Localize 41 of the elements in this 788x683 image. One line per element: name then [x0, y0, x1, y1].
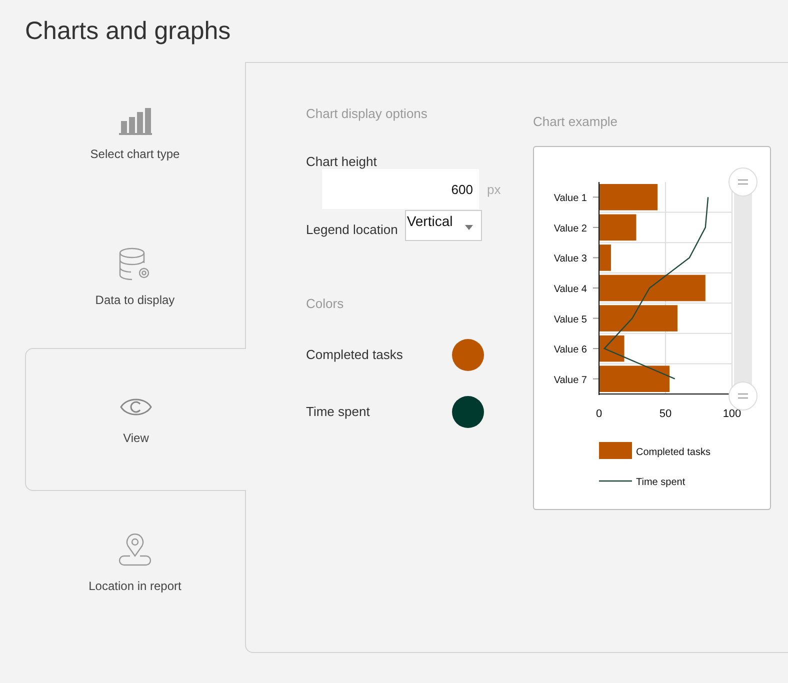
color-label: Time spent [306, 404, 370, 419]
color-swatch[interactable] [452, 396, 484, 428]
database-gear-icon [118, 246, 152, 280]
nav-tab[interactable]: Data to display [25, 205, 245, 348]
legend-line [599, 480, 632, 482]
bar [599, 244, 611, 271]
bar-chart-icon [118, 106, 152, 134]
category-label: Value 3 [554, 254, 587, 265]
nav-tab[interactable]: View [25, 348, 246, 491]
tick-label: 0 [596, 408, 602, 420]
legend-swatch [599, 442, 632, 459]
section-heading: Colors [306, 296, 345, 313]
section-heading: Chart example [533, 114, 619, 131]
bar [599, 184, 658, 210]
category-label: Value 1 [554, 193, 587, 204]
range-handle[interactable] [728, 168, 758, 196]
section-heading: Chart display options [306, 106, 428, 123]
category-label: Value 4 [554, 284, 587, 295]
color-label: Completed tasks [306, 347, 403, 362]
tick-label: 50 [659, 408, 672, 420]
location-pin-icon [118, 532, 152, 566]
bar [599, 214, 636, 241]
color-swatch[interactable] [452, 338, 484, 370]
page-title: Charts and graphs [24, 16, 232, 47]
tick-label: 100 [722, 408, 742, 420]
category-label: Value 7 [554, 374, 587, 386]
category-label: Value 5 [554, 314, 587, 326]
unit-label: px [487, 182, 501, 196]
field-label: Legend location [306, 221, 398, 237]
bar [599, 366, 670, 392]
category-label: Value 2 [554, 223, 587, 234]
nav-tab[interactable]: Select chart type [25, 62, 245, 205]
range-handle[interactable] [728, 382, 758, 410]
legend-label: Completed tasks [636, 447, 710, 458]
caret-icon [464, 225, 473, 230]
legend-location-dropdown[interactable]: Vertical [404, 210, 482, 241]
legend-label: Time spent [636, 477, 686, 488]
category-label: Value 6 [554, 344, 587, 356]
chart-height-field[interactable]: 600 [322, 169, 479, 209]
field-label: Chart height [306, 154, 378, 169]
nav-tab[interactable]: Location in report [25, 491, 245, 634]
